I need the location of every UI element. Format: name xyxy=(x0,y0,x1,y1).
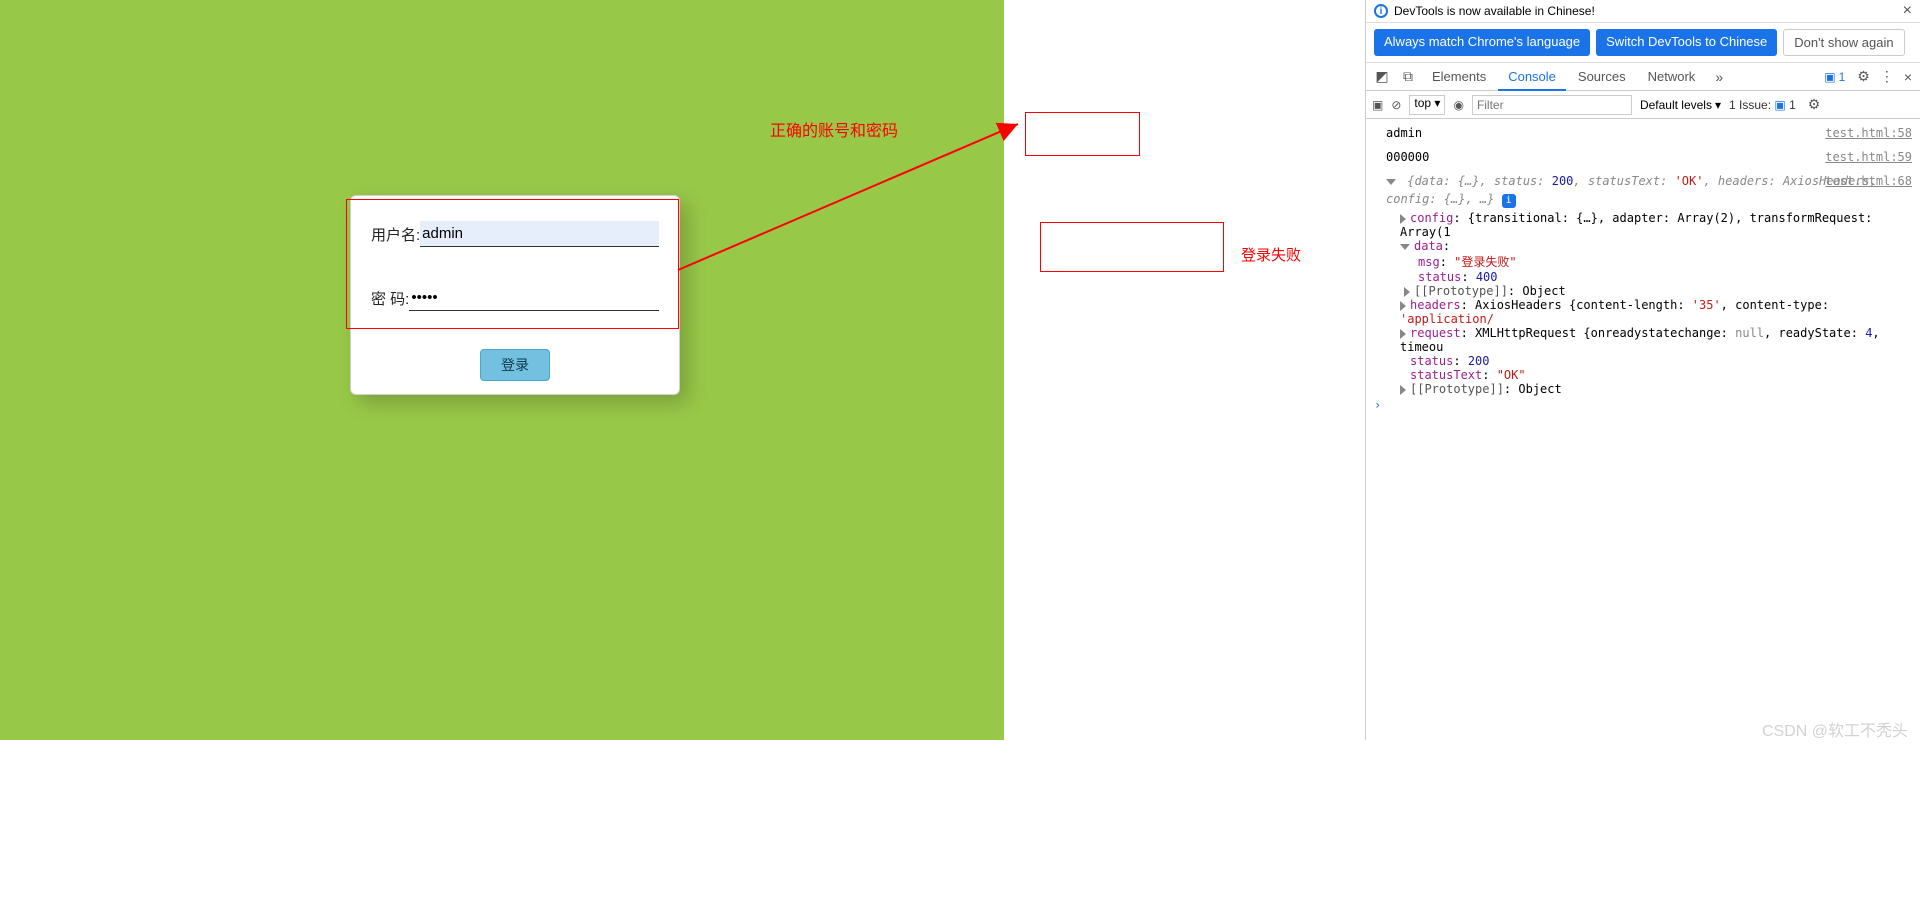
watermark-text: CSDN @软工不秃头 xyxy=(1762,717,1908,741)
annotation-box-form xyxy=(346,199,679,329)
console-log-area: admin test.html:58 000000 test.html:59 t… xyxy=(1366,119,1920,414)
devtools-panel: i DevTools is now available in Chinese! … xyxy=(1365,0,1920,740)
console-object-row[interactable]: {data: {…}, status: 200, statusText: 'OK… xyxy=(1366,172,1920,211)
tree-row[interactable]: data: xyxy=(1400,239,1920,253)
switch-language-button[interactable]: Switch DevTools to Chinese xyxy=(1596,29,1777,56)
console-log-row: 000000 test.html:59 xyxy=(1366,145,1920,169)
console-prompt[interactable]: › xyxy=(1366,396,1920,414)
tab-network[interactable]: Network xyxy=(1638,63,1706,91)
tree-row[interactable]: [[Prototype]]: Object xyxy=(1400,284,1920,298)
expand-toggle-icon[interactable] xyxy=(1400,385,1406,395)
live-expression-icon[interactable]: ◉ xyxy=(1453,98,1463,112)
annotation-box-logs xyxy=(1025,112,1140,156)
settings-gear-icon[interactable]: ⚙ xyxy=(1853,68,1874,85)
context-select[interactable]: top ▾ xyxy=(1409,95,1445,115)
tree-row[interactable]: request: XMLHttpRequest {onreadystatecha… xyxy=(1400,326,1920,354)
expand-toggle-icon[interactable] xyxy=(1400,214,1406,224)
infobar-text: DevTools is now available in Chinese! xyxy=(1394,4,1595,18)
login-button[interactable]: 登录 xyxy=(480,349,550,381)
device-toggle-icon[interactable]: ⧉ xyxy=(1396,68,1420,85)
tree-row[interactable]: [[Prototype]]: Object xyxy=(1400,382,1920,396)
log-text: 000000 xyxy=(1372,148,1429,166)
info-badge-icon[interactable]: i xyxy=(1502,194,1516,208)
tree-row: statusText: "OK" xyxy=(1400,368,1920,382)
console-log-row: admin test.html:58 xyxy=(1366,121,1920,145)
source-link[interactable]: test.html:58 xyxy=(1825,124,1912,142)
infobar-close-icon[interactable]: × xyxy=(1903,2,1912,20)
tree-row[interactable]: config: {transitional: {…}, adapter: Arr… xyxy=(1400,211,1920,239)
issues-chip[interactable]: ▣ 1 xyxy=(1818,70,1851,84)
devtools-close-icon[interactable]: × xyxy=(1900,69,1916,85)
tree-row: status: 200 xyxy=(1400,354,1920,368)
tree-row: status: 400 xyxy=(1400,270,1920,284)
issues-indicator[interactable]: 1 Issue: ▣ 1 xyxy=(1729,98,1796,112)
expand-toggle-icon[interactable] xyxy=(1400,329,1406,339)
tree-row: msg: "登录失败" xyxy=(1400,253,1920,270)
console-settings-icon[interactable]: ⚙ xyxy=(1804,96,1825,113)
devtools-tabbar: ◩ ⧉ Elements Console Sources Network » ▣… xyxy=(1366,63,1920,91)
page-content: 用户名: 密 码: 登录 xyxy=(0,0,1004,740)
annotation-correct-credentials: 正确的账号和密码 xyxy=(770,117,898,141)
log-levels-select[interactable]: Default levels ▾ xyxy=(1640,98,1721,112)
object-tree: config: {transitional: {…}, adapter: Arr… xyxy=(1366,211,1920,396)
console-filter-input[interactable] xyxy=(1472,95,1632,115)
devtools-infobar: i DevTools is now available in Chinese! … xyxy=(1366,0,1920,23)
inspect-icon[interactable]: ◩ xyxy=(1370,68,1394,85)
language-buttons-row: Always match Chrome's language Switch De… xyxy=(1366,23,1920,63)
expand-toggle-icon[interactable] xyxy=(1386,179,1396,185)
console-toolbar: ▣ ⊘ top ▾ ◉ Default levels ▾ 1 Issue: ▣ … xyxy=(1366,91,1920,119)
tabs-more-icon[interactable]: » xyxy=(1707,69,1731,85)
match-language-button[interactable]: Always match Chrome's language xyxy=(1374,29,1590,56)
log-text: admin xyxy=(1372,124,1422,142)
source-link[interactable]: test.html:59 xyxy=(1825,148,1912,166)
object-summary: {data: {…}, status: 200, statusText: 'OK… xyxy=(1386,174,1877,206)
annotation-box-data xyxy=(1040,222,1224,272)
tree-row[interactable]: headers: AxiosHeaders {content-length: '… xyxy=(1400,298,1920,326)
expand-toggle-icon[interactable] xyxy=(1400,244,1410,250)
sidebar-toggle-icon[interactable]: ▣ xyxy=(1372,98,1383,112)
expand-toggle-icon[interactable] xyxy=(1404,287,1410,297)
expand-toggle-icon[interactable] xyxy=(1400,301,1406,311)
kebab-menu-icon[interactable]: ⋮ xyxy=(1876,68,1898,85)
dont-show-again-button[interactable]: Don't show again xyxy=(1783,29,1904,56)
tab-elements[interactable]: Elements xyxy=(1422,63,1496,91)
info-icon: i xyxy=(1374,4,1388,18)
clear-console-icon[interactable]: ⊘ xyxy=(1391,98,1401,112)
annotation-login-failed: 登录失败 xyxy=(1241,244,1301,265)
tab-sources[interactable]: Sources xyxy=(1568,63,1636,91)
tab-console[interactable]: Console xyxy=(1498,63,1566,91)
